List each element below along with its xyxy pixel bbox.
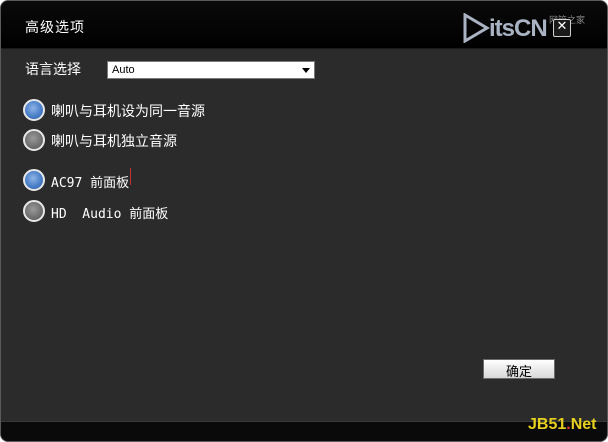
radio-speaker-independent-source-label[interactable]: 喇叭与耳机独立音源 xyxy=(51,131,177,151)
radio-hd-audio-front-panel-label[interactable]: HD Audio 前面板 xyxy=(51,203,168,222)
close-icon: ✕ xyxy=(556,19,568,34)
radio-speaker-same-source-label[interactable]: 喇叭与耳机设为同一音源 xyxy=(51,101,205,121)
ok-button[interactable]: 确定 xyxy=(483,359,555,380)
radio-speaker-independent-source[interactable] xyxy=(23,129,45,151)
language-select-value: Auto xyxy=(112,64,135,76)
chevron-down-icon xyxy=(302,68,310,73)
radio-ac97-front-panel[interactable] xyxy=(23,169,45,191)
watermark-bottom: JB51.Net xyxy=(528,416,596,434)
language-label: 语言选择 xyxy=(25,62,81,78)
radio-speaker-same-source[interactable] xyxy=(23,99,45,121)
watermark-logo: itsCN 网管之家 xyxy=(461,13,601,43)
title-bar: 高级选项 itsCN 网管之家 ✕ xyxy=(1,1,607,49)
close-button[interactable]: ✕ xyxy=(553,19,571,37)
window-title: 高级选项 xyxy=(25,20,85,36)
text-caret xyxy=(130,168,131,185)
watermark-bottom-prefix: JB51 xyxy=(528,416,567,433)
logo-b-icon xyxy=(463,13,490,43)
bottom-bar xyxy=(1,421,607,441)
radio-ac97-front-panel-label[interactable]: AC97 前面板 xyxy=(51,172,129,191)
ok-button-label: 确定 xyxy=(505,365,532,380)
language-select[interactable]: Auto xyxy=(107,61,315,79)
advanced-options-dialog: 高级选项 itsCN 网管之家 ✕ 语言选择 Auto 喇叭与耳机设为同一音源 … xyxy=(0,0,608,442)
watermark-logo-text: itsCN xyxy=(489,15,548,42)
radio-hd-audio-front-panel[interactable] xyxy=(23,200,45,222)
watermark-bottom-suffix: Net xyxy=(570,416,597,433)
